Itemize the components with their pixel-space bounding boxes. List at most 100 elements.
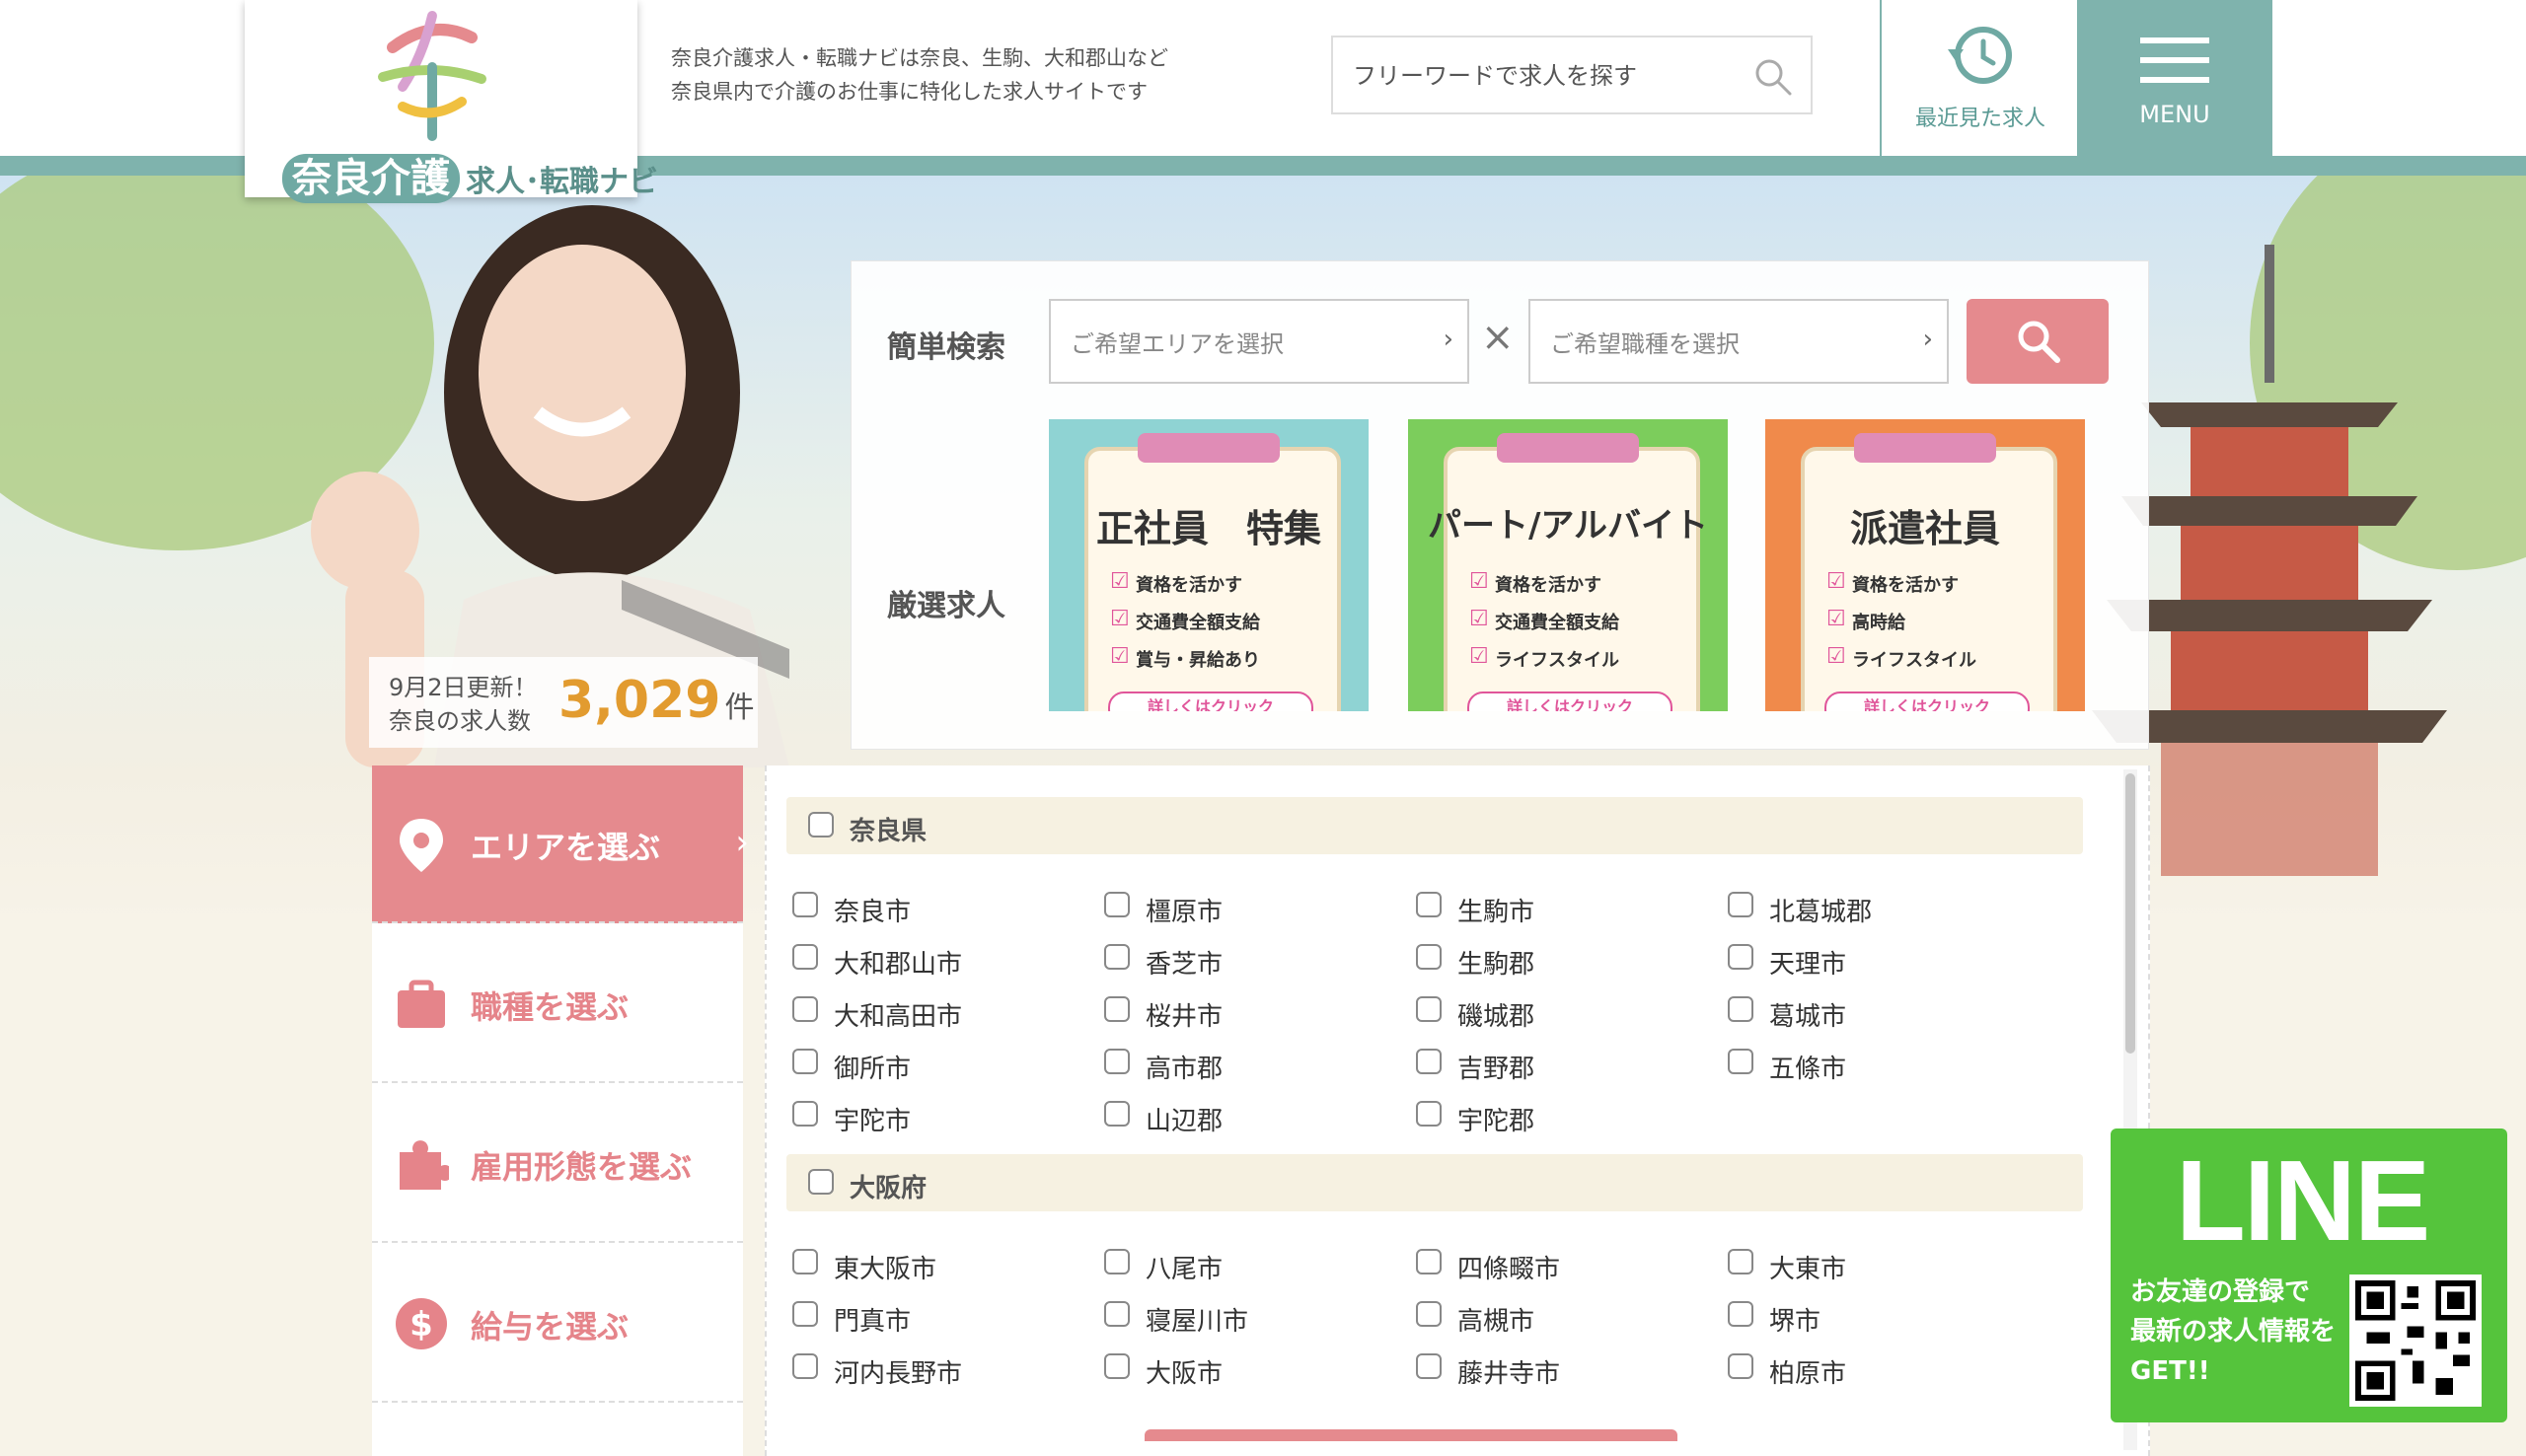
- city-checkbox[interactable]: [792, 1101, 818, 1127]
- clipboard-clip: [1854, 433, 1996, 463]
- line-friend-banner[interactable]: LINE お友達の登録で 最新の求人情報を GET!!: [2111, 1128, 2507, 1422]
- checkbox-checked-icon: ☑: [1826, 607, 1846, 631]
- city-checkbox[interactable]: [1728, 944, 1753, 970]
- site-logo[interactable]: 奈良介護 求人･転職ナビ: [245, 0, 658, 203]
- city-checkbox[interactable]: [1416, 1353, 1442, 1379]
- menu-label: MENU: [2139, 101, 2210, 128]
- city-name: 生駒郡: [1457, 950, 1535, 980]
- checkbox-checked-icon: ☑: [1469, 607, 1489, 631]
- city-checkbox[interactable]: [1104, 892, 1130, 917]
- city-name: 御所市: [834, 1055, 912, 1084]
- submit-button-edge[interactable]: [1145, 1429, 1677, 1441]
- city-name: 四條畷市: [1457, 1255, 1561, 1284]
- city-checkbox[interactable]: [1728, 892, 1753, 917]
- city-checkbox[interactable]: [792, 1301, 818, 1327]
- search-icon[interactable]: [1753, 57, 1793, 97]
- puzzle-icon: [400, 1140, 449, 1190]
- city-name: 北葛城郡: [1769, 898, 1873, 927]
- city-name: 大和高田市: [834, 1002, 963, 1032]
- area-select[interactable]: ご希望エリアを選択 ›: [1049, 299, 1469, 384]
- line-text-line-2: 最新の求人情報を: [2130, 1317, 2337, 1347]
- city-name: 大和郡山市: [834, 950, 963, 980]
- banner-more-link: 詳しくはクリック: [1824, 692, 2030, 711]
- tab-area[interactable]: エリアを選ぶ ›: [372, 765, 749, 923]
- city-checkbox[interactable]: [1416, 996, 1442, 1022]
- logo-text: 奈良介護 求人･転職ナビ: [282, 146, 658, 203]
- update-date: 9月2日更新！: [389, 674, 538, 701]
- banner-item: 交通費全額支給: [1495, 613, 1619, 633]
- search-panel: 簡単検索 ご希望エリアを選択 › × ご希望職種を選択 › 厳選求人 正社員 特…: [851, 260, 2149, 750]
- city-checkbox[interactable]: [1416, 1049, 1442, 1074]
- city-checkbox[interactable]: [792, 944, 818, 970]
- banner-item: ライフスタイル: [1852, 650, 1976, 671]
- line-text-line-1: お友達の登録で: [2130, 1277, 2311, 1307]
- city-checkbox[interactable]: [1728, 1249, 1753, 1274]
- city-checkbox[interactable]: [1104, 944, 1130, 970]
- city-checkbox[interactable]: [1104, 996, 1130, 1022]
- prefecture-checkbox[interactable]: [808, 1169, 834, 1195]
- area-checkbox-panel: 奈良県 奈良市 橿原市 生駒市 北葛城郡 大和郡山市 香芝市 生駒郡 天理市 大和高田市 桜井市 磯…: [765, 765, 2150, 1456]
- city-checkbox[interactable]: [792, 1353, 818, 1379]
- briefcase-icon: [398, 980, 445, 1028]
- checkbox-checked-icon: ☑: [1110, 644, 1130, 669]
- city-checkbox[interactable]: [1104, 1249, 1130, 1274]
- city-checkbox[interactable]: [1416, 892, 1442, 917]
- city-checkbox[interactable]: [1416, 1101, 1442, 1127]
- city-checkbox[interactable]: [1728, 996, 1753, 1022]
- city-checkbox[interactable]: [792, 996, 818, 1022]
- logo-mark-icon: [378, 11, 486, 141]
- freeword-search-input[interactable]: [1351, 37, 1740, 114]
- recently-viewed-label: 最近見た求人: [1914, 107, 2045, 131]
- tab-employment-type[interactable]: 雇用形態を選ぶ: [372, 1085, 743, 1243]
- city-name: 高市郡: [1146, 1055, 1224, 1084]
- city-checkbox[interactable]: [792, 892, 818, 917]
- city-name: 五條市: [1769, 1055, 1847, 1084]
- city-checkbox[interactable]: [1728, 1049, 1753, 1074]
- city-name: 東大阪市: [834, 1255, 937, 1284]
- job-type-select[interactable]: ご希望職種を選択 ›: [1528, 299, 1949, 384]
- prefecture-header[interactable]: 奈良県: [786, 797, 2083, 854]
- tagline-line-2: 奈良県内で介護のお仕事に特化した求人サイトです: [671, 80, 1148, 104]
- city-checkbox[interactable]: [1728, 1301, 1753, 1327]
- history-icon: [1948, 27, 2012, 84]
- city-checkbox[interactable]: [1416, 944, 1442, 970]
- city-name: 柏原市: [1769, 1359, 1847, 1389]
- prefecture-checkbox[interactable]: [808, 812, 834, 837]
- city-checkbox[interactable]: [792, 1249, 818, 1274]
- tab-area-label: エリアを選ぶ: [471, 829, 661, 866]
- city-checkbox[interactable]: [792, 1049, 818, 1074]
- checkbox-checked-icon: ☑: [1469, 569, 1489, 594]
- city-name: 河内長野市: [834, 1359, 963, 1389]
- city-checkbox[interactable]: [1104, 1101, 1130, 1127]
- city-name: 堺市: [1769, 1307, 1821, 1337]
- recently-viewed-button[interactable]: 最近見た求人: [1880, 0, 2077, 156]
- banner-part-time[interactable]: パート/アルバイト ☑ 資格を活かす ☑ 交通費全額支給 ☑ ライフスタイル 詳…: [1408, 419, 1728, 711]
- city-name: 寝屋川市: [1146, 1307, 1249, 1337]
- city-checkbox[interactable]: [1104, 1049, 1130, 1074]
- city-checkbox[interactable]: [1416, 1301, 1442, 1327]
- banner-item: 資格を活かす: [1136, 575, 1242, 596]
- city-name: 門真市: [834, 1307, 912, 1337]
- area-scrollbar-thumb[interactable]: [2125, 773, 2135, 1054]
- city-checkbox[interactable]: [1728, 1353, 1753, 1379]
- simple-search-button[interactable]: [1967, 299, 2109, 384]
- job-count-caption: 奈良の求人数: [389, 707, 531, 735]
- city-name: 磯城郡: [1457, 1002, 1535, 1032]
- city-name: 天理市: [1769, 950, 1847, 980]
- chevron-right-icon: ›: [735, 823, 749, 862]
- city-checkbox[interactable]: [1104, 1353, 1130, 1379]
- city-name: 宇陀市: [834, 1107, 912, 1136]
- prefecture-header[interactable]: 大阪府: [786, 1154, 2083, 1211]
- menu-button[interactable]: MENU: [2077, 0, 2272, 156]
- banner-more-link: 詳しくはクリック: [1108, 692, 1313, 711]
- banner-dispatch[interactable]: 派遣社員 ☑ 資格を活かす ☑ 高時給 ☑ ライフスタイル 詳しくはクリック: [1765, 419, 2085, 711]
- search-icon: [2018, 321, 2060, 363]
- site-tagline: 奈良介護求人・転職ナビは奈良、生駒、大和郡山など 奈良県内で介護のお仕事に特化し…: [671, 41, 1224, 109]
- city-checkbox[interactable]: [1416, 1249, 1442, 1274]
- banner-title: パート/アルバイト: [1427, 506, 1709, 546]
- banner-fulltime[interactable]: 正社員 特集 ☑ 資格を活かす ☑ 交通費全額支給 ☑ 賞与・昇給あり 詳しくは…: [1049, 419, 1369, 711]
- tab-job-type[interactable]: 職種を選ぶ: [372, 925, 743, 1083]
- tab-salary[interactable]: $ 給与を選ぶ: [372, 1245, 743, 1403]
- update-label: 9月2日更新！ 奈良の求人数: [389, 671, 538, 738]
- city-checkbox[interactable]: [1104, 1301, 1130, 1327]
